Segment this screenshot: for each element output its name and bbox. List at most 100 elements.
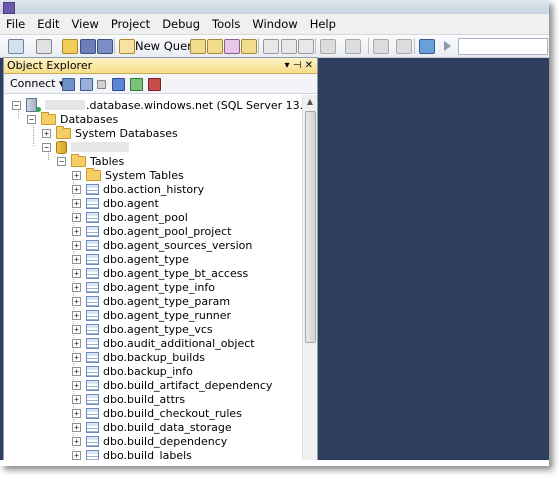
tables-node-label: Tables	[90, 154, 125, 168]
tree-node-table[interactable]: + dbo.agent_type	[72, 252, 189, 266]
tree-node-table[interactable]: + dbo.agent_type_bt_access	[72, 266, 248, 280]
expand-toggle[interactable]: +	[72, 170, 81, 180]
expand-toggle[interactable]: +	[72, 380, 81, 390]
tree-node-table[interactable]: + dbo.build_artifact_dependency	[72, 378, 272, 392]
table-node-label: dbo.agent_type_runner	[103, 308, 232, 322]
table-node-label: dbo.build_artifact_dependency	[103, 378, 273, 392]
expand-toggle[interactable]: +	[72, 296, 81, 306]
xmla-query-icon[interactable]	[241, 39, 257, 54]
analysis-query-icon[interactable]	[207, 39, 223, 54]
menu-view[interactable]: View	[66, 14, 105, 34]
expand-toggle[interactable]: +	[42, 128, 51, 138]
collapse-toggle[interactable]: −	[27, 114, 36, 124]
navigate-icon[interactable]	[373, 39, 389, 54]
expand-toggle[interactable]: +	[72, 212, 81, 222]
vertical-scrollbar[interactable]: ▲	[302, 95, 317, 466]
table-icon	[86, 309, 99, 321]
db-engine-query-icon[interactable]	[190, 39, 206, 54]
expand-toggle[interactable]: +	[72, 422, 81, 432]
expand-toggle[interactable]: +	[72, 310, 81, 320]
menu-help[interactable]: Help	[304, 14, 342, 34]
tree-node-table[interactable]: + dbo.build_attrs	[72, 392, 185, 406]
collapse-toggle[interactable]: −	[42, 142, 51, 152]
save-all-icon[interactable]	[97, 39, 113, 54]
expand-toggle[interactable]: +	[72, 282, 81, 292]
tree-node-table[interactable]: + dbo.agent_type_param	[72, 294, 230, 308]
menu-file[interactable]: File	[0, 14, 31, 34]
mdx-query-icon[interactable]	[224, 39, 240, 54]
menu-debug[interactable]: Debug	[156, 14, 206, 34]
cut-icon[interactable]	[263, 39, 279, 54]
solution-icon[interactable]	[36, 39, 52, 54]
tree-node-table[interactable]: + dbo.agent	[72, 196, 159, 210]
panel-controls[interactable]: ▾ ⊣ ✕	[285, 59, 313, 72]
tree-node-system-databases[interactable]: + System Databases	[42, 125, 178, 140]
collapse-toggle[interactable]: −	[12, 100, 21, 110]
tree-node-tables[interactable]: − Tables	[57, 153, 125, 168]
tree-node-table[interactable]: + dbo.agent_type_info	[72, 280, 215, 294]
object-explorer-icon[interactable]	[396, 39, 412, 54]
open-icon[interactable]	[62, 39, 78, 54]
expand-toggle[interactable]: +	[72, 436, 81, 446]
activity-monitor-icon[interactable]	[148, 78, 161, 91]
tree-node-table[interactable]: + dbo.agent_type_runner	[72, 308, 231, 322]
expand-toggle[interactable]: +	[72, 366, 81, 376]
tree-node-table[interactable]: + dbo.agent_pool	[72, 210, 188, 224]
expand-toggle[interactable]: +	[72, 338, 81, 348]
save-icon[interactable]	[80, 39, 96, 54]
play-icon[interactable]	[444, 41, 451, 51]
tree-node-table[interactable]: + dbo.backup_builds	[72, 350, 205, 364]
torn-bottom-edge	[0, 460, 549, 466]
solution-config-combo[interactable]	[458, 38, 548, 55]
expand-toggle[interactable]: +	[72, 254, 81, 264]
tree-node-table[interactable]: + dbo.action_history	[72, 182, 204, 196]
expand-toggle[interactable]: +	[72, 226, 81, 236]
tree-node-table[interactable]: + dbo.build_dependency	[72, 434, 227, 448]
stop-icon[interactable]	[97, 80, 106, 89]
new-query-icon[interactable]	[119, 39, 135, 54]
expand-toggle[interactable]: +	[72, 198, 81, 208]
expand-toggle[interactable]: +	[72, 352, 81, 362]
start-icon[interactable]	[419, 39, 435, 54]
expand-toggle[interactable]: +	[72, 408, 81, 418]
menu-project[interactable]: Project	[105, 14, 156, 34]
new-file-icon[interactable]	[8, 39, 24, 54]
tree-node-table[interactable]: + dbo.build_data_storage	[72, 420, 232, 434]
expand-toggle[interactable]: +	[72, 184, 81, 194]
server-node-label: .database.windows.net (SQL Server 13.0.1…	[86, 98, 302, 112]
object-explorer-header: Object Explorer ▾ ⊣ ✕	[4, 58, 317, 74]
tree-node-table[interactable]: + dbo.agent_pool_project	[72, 224, 231, 238]
disconnect-icon[interactable]	[80, 78, 93, 91]
tree-node-server[interactable]: − .database.windows.net (SQL Server 13.0…	[12, 98, 302, 112]
tree-node-table[interactable]: + dbo.build_checkout_rules	[72, 406, 242, 420]
scroll-thumb[interactable]	[305, 111, 316, 343]
expand-toggle[interactable]: +	[72, 240, 81, 250]
tree-node-table[interactable]: + dbo.audit_additional_object	[72, 336, 255, 350]
connect-button[interactable]: Connect ▾	[10, 77, 65, 90]
menu-window[interactable]: Window	[246, 14, 303, 34]
table-node-label: dbo.agent_sources_version	[103, 238, 253, 252]
expand-toggle[interactable]: +	[72, 394, 81, 404]
tree-node-table[interactable]: + dbo.backup_info	[72, 364, 193, 378]
redo-icon[interactable]	[345, 39, 361, 54]
collapse-toggle[interactable]: −	[57, 156, 66, 166]
expand-toggle[interactable]: +	[72, 450, 81, 460]
connect-object-explorer-icon[interactable]	[62, 78, 75, 91]
folder-icon	[71, 153, 86, 167]
menu-edit[interactable]: Edit	[31, 14, 65, 34]
tree-node-database[interactable]: −	[42, 140, 130, 154]
tree-node-databases[interactable]: − Databases	[27, 111, 118, 126]
table-icon	[86, 239, 99, 251]
refresh-icon[interactable]	[130, 78, 143, 91]
tree-node-table[interactable]: + dbo.agent_type_vcs	[72, 322, 213, 336]
undo-icon[interactable]	[320, 39, 336, 54]
scroll-up-arrow[interactable]: ▲	[303, 95, 317, 109]
menu-tools[interactable]: Tools	[206, 14, 246, 34]
expand-toggle[interactable]: +	[72, 324, 81, 334]
copy-icon[interactable]	[281, 39, 297, 54]
paste-icon[interactable]	[298, 39, 314, 54]
filter-icon[interactable]	[112, 78, 125, 91]
expand-toggle[interactable]: +	[72, 268, 81, 278]
tree-node-table[interactable]: + dbo.agent_sources_version	[72, 238, 252, 252]
tree-node-system-tables[interactable]: + System Tables	[72, 167, 184, 182]
